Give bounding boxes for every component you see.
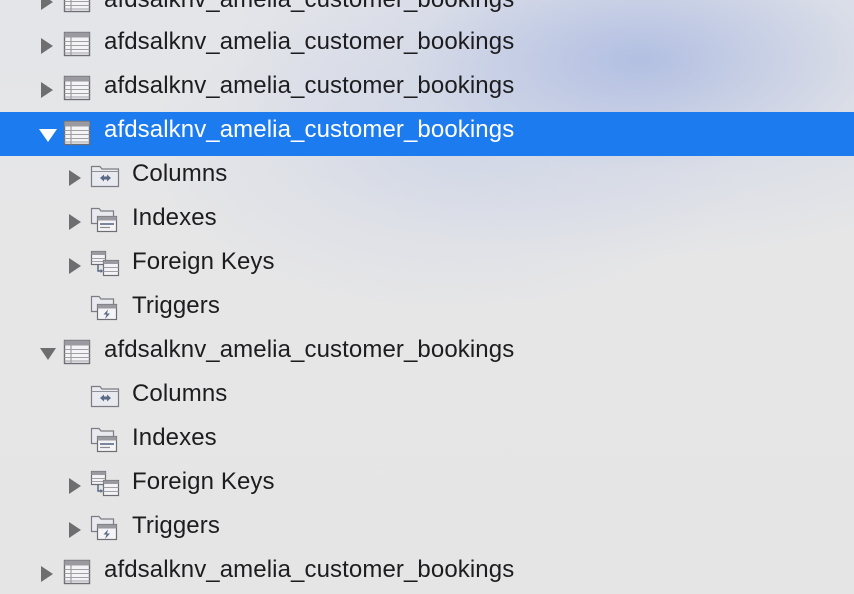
tree-row-triggers[interactable]: Triggers xyxy=(0,503,854,547)
schema-tree[interactable]: afdsalknv_amelia_customer_bookings afdsa… xyxy=(0,0,854,594)
indexes-label: Indexes xyxy=(132,204,217,231)
tree-row-indexes[interactable]: Indexes xyxy=(0,195,854,239)
table-name-label: afdsalknv_amelia_customer_bookings xyxy=(104,28,515,55)
tree-row-table[interactable]: afdsalknv_amelia_customer_bookings xyxy=(0,19,854,63)
table-name-label: afdsalknv_amelia_customer_bookings xyxy=(104,116,515,143)
table-name-label: afdsalknv_amelia_customer_bookings xyxy=(104,72,515,99)
table-icon xyxy=(61,28,93,60)
tree-row-columns[interactable]: Columns xyxy=(0,151,854,195)
disclosure-expanded-icon[interactable] xyxy=(39,128,57,142)
tree-row-columns[interactable]: Columns xyxy=(0,371,854,415)
indexes-folder-icon xyxy=(89,203,121,235)
table-name-label: afdsalknv_amelia_customer_bookings xyxy=(104,336,515,363)
tree-row-triggers[interactable]: Triggers xyxy=(0,283,854,327)
disclosure-collapsed-icon[interactable] xyxy=(68,522,82,538)
table-icon xyxy=(61,336,93,368)
table-icon xyxy=(61,117,93,149)
disclosure-expanded-icon[interactable] xyxy=(39,347,57,361)
disclosure-collapsed-icon[interactable] xyxy=(40,38,54,54)
columns-folder-icon xyxy=(89,159,121,191)
disclosure-collapsed-icon[interactable] xyxy=(40,566,54,582)
triggers-label: Triggers xyxy=(132,292,220,319)
table-icon xyxy=(61,556,93,588)
indexes-folder-icon xyxy=(89,423,121,455)
triggers-folder-icon xyxy=(89,291,121,323)
foreign-keys-folder-icon xyxy=(89,247,121,279)
tree-row-indexes[interactable]: Indexes xyxy=(0,415,854,459)
disclosure-collapsed-icon[interactable] xyxy=(68,170,82,186)
tree-row-table[interactable]: afdsalknv_amelia_customer_bookings xyxy=(0,547,854,591)
columns-label: Columns xyxy=(132,380,228,407)
disclosure-collapsed-icon[interactable] xyxy=(68,478,82,494)
disclosure-collapsed-icon[interactable] xyxy=(40,82,54,98)
disclosure-collapsed-icon[interactable] xyxy=(68,258,82,274)
foreign-keys-label: Foreign Keys xyxy=(132,248,275,275)
indexes-label: Indexes xyxy=(132,424,217,451)
foreign-keys-label: Foreign Keys xyxy=(132,468,275,495)
table-icon xyxy=(61,72,93,104)
disclosure-collapsed-icon[interactable] xyxy=(68,214,82,230)
tree-row-foreign-keys[interactable]: Foreign Keys xyxy=(0,459,854,503)
tree-row-table[interactable]: afdsalknv_amelia_customer_bookings xyxy=(0,63,854,107)
tree-row-table[interactable]: afdsalknv_amelia_customer_bookings xyxy=(0,327,854,371)
foreign-keys-folder-icon xyxy=(89,467,121,499)
triggers-folder-icon xyxy=(89,511,121,543)
triggers-label: Triggers xyxy=(132,512,220,539)
columns-label: Columns xyxy=(132,160,228,187)
columns-folder-icon xyxy=(89,379,121,411)
table-icon xyxy=(61,0,93,16)
tree-row-foreign-keys[interactable]: Foreign Keys xyxy=(0,239,854,283)
table-name-label: afdsalknv_amelia_customer_bookings xyxy=(104,556,515,583)
tree-row-table-selected[interactable]: afdsalknv_amelia_customer_bookings xyxy=(0,112,854,156)
table-name-label: afdsalknv_amelia_customer_bookings xyxy=(104,0,514,14)
disclosure-collapsed-icon[interactable] xyxy=(40,0,54,10)
